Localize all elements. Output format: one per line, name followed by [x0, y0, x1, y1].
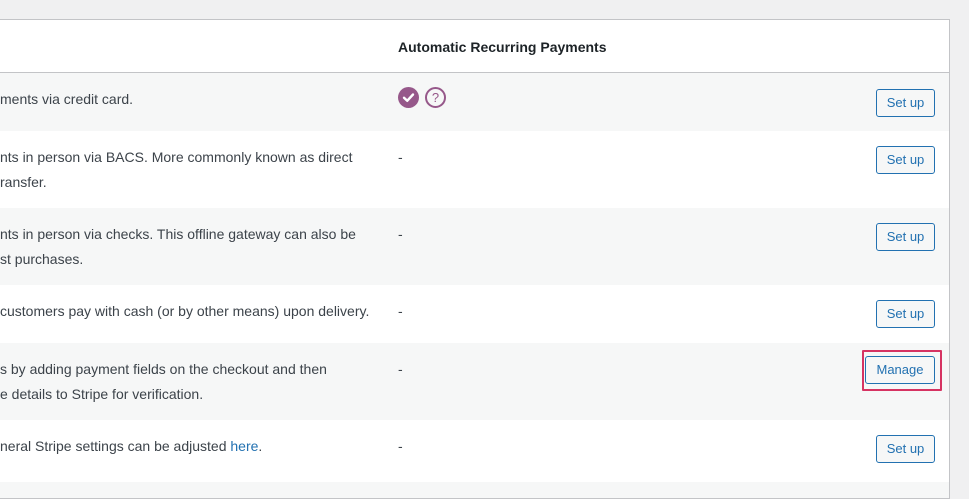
- table-row-credit-card: ments via credit card. ? Set up: [0, 73, 949, 131]
- description-line: ments via credit card.: [0, 91, 134, 107]
- set-up-button[interactable]: Set up: [876, 223, 935, 251]
- table-row-bacs: nts in person via BACS. More commonly kn…: [0, 131, 949, 208]
- row-description: customers pay with cash (or by other mea…: [0, 299, 372, 324]
- description-line: s by adding payment fields on the checko…: [0, 361, 327, 377]
- description-text: neral Stripe settings can be adjusted: [0, 438, 231, 454]
- description-line: nts in person via BACS. More commonly kn…: [0, 149, 353, 165]
- set-up-button[interactable]: Set up: [876, 300, 935, 328]
- recurring-support: -: [398, 226, 403, 242]
- set-up-button[interactable]: Set up: [876, 146, 935, 174]
- description-line: ransfer.: [0, 174, 47, 190]
- help-circle-icon[interactable]: ?: [425, 87, 446, 108]
- table-row-stripe-settings: neral Stripe settings can be adjusted he…: [0, 420, 949, 482]
- payment-methods-table: Automatic Recurring Payments ments via c…: [0, 19, 950, 499]
- recurring-support: -: [398, 303, 403, 319]
- row-description: nts in person via BACS. More commonly kn…: [0, 145, 372, 195]
- table-row-partial: [0, 482, 949, 498]
- set-up-button[interactable]: Set up: [876, 89, 935, 117]
- recurring-support: -: [398, 438, 403, 454]
- description-line: nts in person via checks. This offline g…: [0, 226, 356, 242]
- set-up-button[interactable]: Set up: [876, 435, 935, 463]
- recurring-support: -: [398, 361, 403, 377]
- description-line: customers pay with cash (or by other mea…: [0, 303, 370, 319]
- row-description: neral Stripe settings can be adjusted he…: [0, 434, 372, 459]
- table-header: Automatic Recurring Payments: [0, 20, 949, 73]
- check-circle-icon: [398, 87, 419, 108]
- row-description: s by adding payment fields on the checko…: [0, 357, 372, 407]
- settings-here-link[interactable]: here: [230, 438, 258, 454]
- row-description: nts in person via checks. This offline g…: [0, 222, 372, 272]
- row-description: ments via credit card.: [0, 87, 372, 112]
- recurring-support: -: [398, 149, 403, 165]
- recurring-support: ?: [398, 87, 446, 108]
- description-suffix: .: [258, 438, 263, 454]
- description-line: neral Stripe settings can be adjusted he…: [0, 434, 372, 459]
- table-row-cash-on-delivery: customers pay with cash (or by other mea…: [0, 285, 949, 343]
- table-row-stripe-card: s by adding payment fields on the checko…: [0, 343, 949, 420]
- description-line: e details to Stripe for verification.: [0, 386, 204, 402]
- table-row-checks: nts in person via checks. This offline g…: [0, 208, 949, 285]
- column-header-recurring-payments: Automatic Recurring Payments: [398, 39, 607, 55]
- manage-button[interactable]: Manage: [865, 356, 935, 384]
- description-line: st purchases.: [0, 251, 84, 267]
